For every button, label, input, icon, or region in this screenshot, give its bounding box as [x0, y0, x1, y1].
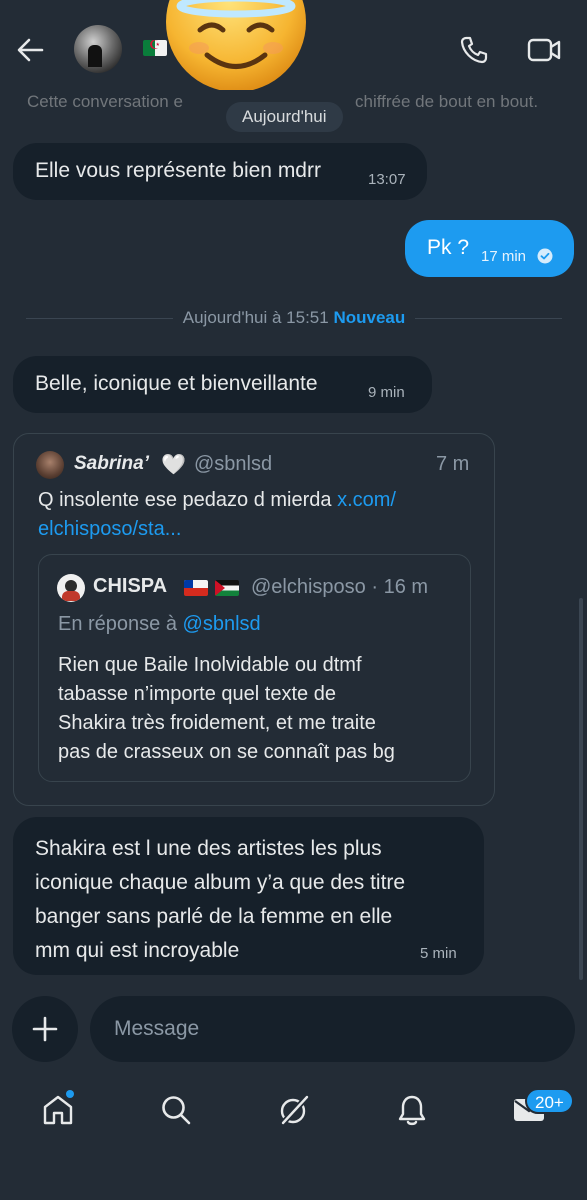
- back-button[interactable]: [12, 32, 48, 68]
- author-handle: @sbnlsd: [194, 453, 273, 475]
- post-age: 7 m: [436, 453, 470, 475]
- reply-context: En réponse à @sbnlsd: [58, 613, 261, 635]
- quoted-author-handle: @elchisposo · 16 m: [251, 576, 429, 598]
- date-pill: Aujourd'hui: [226, 102, 343, 132]
- message-input[interactable]: Message: [90, 996, 575, 1062]
- tab-search[interactable]: [146, 1080, 206, 1140]
- tab-grok[interactable]: [264, 1080, 324, 1140]
- bell-icon: [398, 1095, 426, 1126]
- tab-home[interactable]: [28, 1080, 88, 1140]
- post-link[interactable]: x.com/: [337, 489, 396, 511]
- bottom-tab-bar: [0, 1080, 587, 1150]
- algeria-flag-icon: [143, 40, 167, 56]
- quoted-author-name[interactable]: CHISPA: [93, 575, 167, 598]
- new-messages-divider: Aujourd'hui à 15:51 Nouveau: [26, 306, 563, 330]
- white-heart-emoji: 🤍: [161, 452, 186, 476]
- author-avatar[interactable]: [36, 451, 64, 479]
- contact-avatar[interactable]: [74, 25, 122, 73]
- phone-icon: [460, 36, 488, 64]
- scrollbar[interactable]: [579, 598, 583, 980]
- author-name[interactable]: Sabrina’: [74, 453, 149, 475]
- call-button[interactable]: [456, 32, 492, 68]
- quoted-post-card[interactable]: CHISPA @elchisposo · 16 m En réponse à @…: [38, 554, 471, 782]
- quoted-post-text: Rien que Baile Inolvidable ou dtmf tabas…: [58, 654, 395, 763]
- palestine-flag-icon: [215, 580, 239, 596]
- messages-badge: 20+: [525, 1088, 574, 1114]
- grok-icon: [280, 1094, 310, 1126]
- video-call-button[interactable]: [526, 32, 562, 68]
- message-bubble-outgoing[interactable]: Pk ? 17 min: [405, 220, 574, 277]
- tab-notifications[interactable]: [382, 1080, 442, 1140]
- chile-flag-icon: [184, 580, 208, 596]
- new-label: Nouveau: [333, 308, 406, 327]
- post-link-continued[interactable]: elchisposo/sta...: [38, 518, 181, 540]
- composer: Message: [0, 996, 587, 1066]
- home-icon: [43, 1095, 73, 1125]
- plus-icon: [32, 1016, 58, 1042]
- message-bubble-incoming[interactable]: Elle vous représente bien mdrr 13:07: [13, 143, 427, 200]
- search-icon: [162, 1096, 191, 1125]
- message-bubble-incoming[interactable]: Shakira est l une des artistes les plus …: [13, 817, 484, 975]
- post-text: Q insolente ese pedazo d mierda x.com/ e…: [38, 489, 396, 540]
- home-notification-dot: [66, 1090, 74, 1098]
- read-check-icon: [537, 248, 553, 264]
- quoted-author-avatar[interactable]: [57, 574, 85, 602]
- smiling-face-with-halo-emoji: [166, 0, 306, 90]
- reply-handle-link[interactable]: @sbnlsd: [183, 613, 261, 635]
- video-camera-icon: [527, 38, 561, 62]
- message-bubble-incoming[interactable]: Belle, iconique et bienveillante 9 min: [13, 356, 432, 413]
- add-attachment-button[interactable]: [12, 996, 78, 1062]
- arrow-left-icon: [17, 38, 44, 62]
